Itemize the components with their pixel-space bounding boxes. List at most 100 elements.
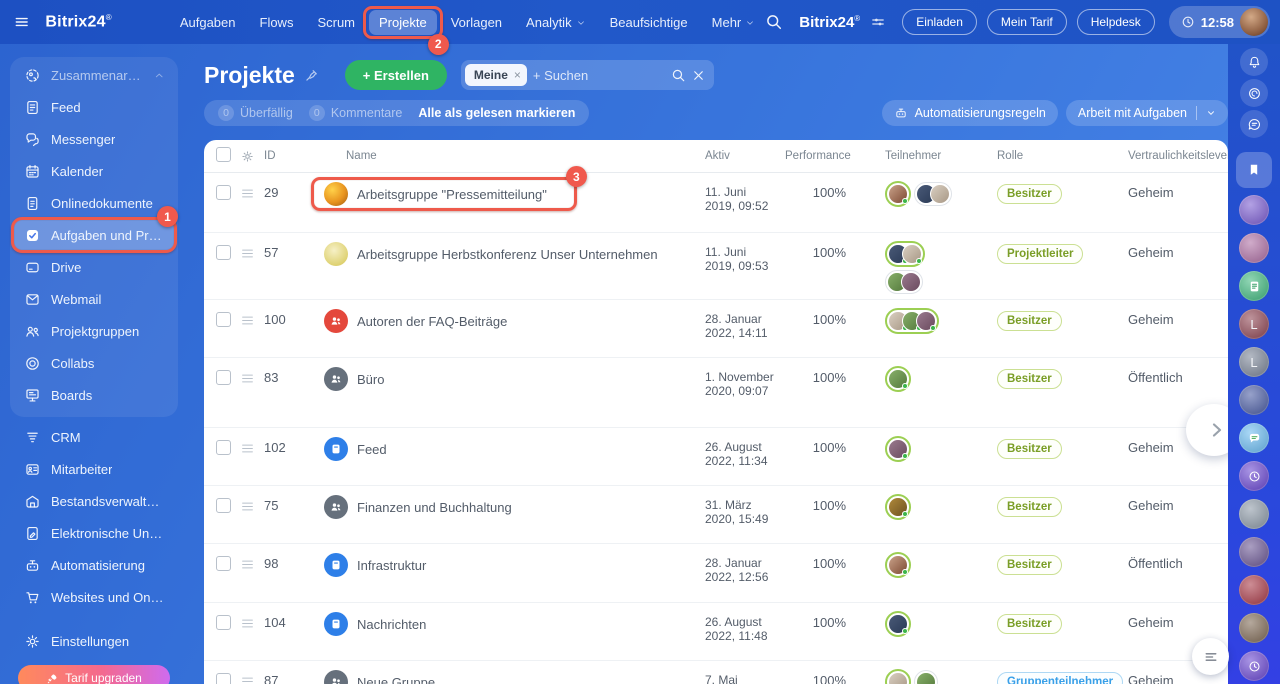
drag-handle-icon[interactable] xyxy=(240,557,255,572)
column-performance[interactable]: Performance xyxy=(785,150,860,162)
work-with-tasks-button[interactable]: Arbeit mit Aufgaben xyxy=(1065,100,1228,126)
participant-avatar[interactable] xyxy=(916,672,936,684)
row-checkbox[interactable] xyxy=(216,440,231,455)
person-avatar[interactable] xyxy=(1239,537,1269,567)
row-checkbox[interactable] xyxy=(216,556,231,571)
row-checkbox[interactable] xyxy=(216,673,231,684)
participant-avatar[interactable] xyxy=(916,311,936,331)
group-name-link[interactable]: Infrastruktur xyxy=(357,558,426,573)
automation-rules-button[interactable]: Automatisierungsregeln xyxy=(881,100,1058,126)
participants-ring[interactable] xyxy=(885,494,911,520)
sidebar-item-automatisierung[interactable]: Automatisierung xyxy=(14,549,174,581)
row-checkbox[interactable] xyxy=(216,185,231,200)
participants-ring[interactable] xyxy=(885,552,911,578)
sidebar-item-boards[interactable]: Boards xyxy=(14,379,174,411)
role-badge[interactable]: Besitzer xyxy=(997,439,1062,459)
group-avatar[interactable] xyxy=(324,612,348,636)
participants-more[interactable] xyxy=(885,270,923,294)
row-checkbox[interactable] xyxy=(216,370,231,385)
chat-avatar[interactable] xyxy=(1239,423,1269,453)
group-name-link[interactable]: Nachrichten xyxy=(357,617,426,632)
group-name-link[interactable]: Finanzen und Buchhaltung xyxy=(357,500,512,515)
participant-avatar[interactable] xyxy=(888,369,908,389)
group-name-link[interactable]: Feed xyxy=(357,442,387,457)
sidebar-item-kalender[interactable]: Kalender xyxy=(14,155,174,187)
letter-avatar[interactable]: L xyxy=(1239,309,1269,339)
participant-avatar[interactable] xyxy=(888,439,908,459)
sidebar-item-aufgaben-und-projek[interactable]: Aufgaben und Projek...1 xyxy=(11,206,178,253)
search-bar[interactable]: Meine × xyxy=(460,60,714,90)
nav-analytik[interactable]: Analytik xyxy=(516,10,596,35)
group-avatar[interactable] xyxy=(1239,613,1269,643)
cat-avatar[interactable] xyxy=(1239,499,1269,529)
sidebar-item-einstellungen[interactable]: Einstellungen xyxy=(14,625,174,657)
helpdesk-button[interactable]: Helpdesk xyxy=(1076,9,1155,35)
participant-avatar[interactable] xyxy=(901,272,921,292)
participants-ring[interactable] xyxy=(885,436,911,462)
group-name-link[interactable]: Arbeitsgruppe Herbstkonferenz Unser Unte… xyxy=(357,247,658,262)
sidebar-item-onlinedokumente[interactable]: Onlinedokumente xyxy=(14,187,174,219)
overdue-counter[interactable]: 0 Überfällig xyxy=(218,105,293,121)
group-avatar[interactable] xyxy=(324,670,348,684)
nav-aufgaben[interactable]: Aufgaben xyxy=(170,10,246,35)
copilot-icon[interactable] xyxy=(1240,79,1268,107)
column-name[interactable]: Name xyxy=(324,150,705,162)
select-all-checkbox[interactable] xyxy=(216,147,231,162)
participant-avatar[interactable] xyxy=(902,244,922,264)
role-badge[interactable]: Besitzer xyxy=(997,369,1062,389)
sidebar-item-bestandsverwaltung[interactable]: Bestandsverwaltung xyxy=(14,485,174,517)
drag-handle-icon[interactable] xyxy=(240,313,255,328)
sidebar-item-crm[interactable]: CRM xyxy=(14,421,174,453)
group-avatar[interactable] xyxy=(324,367,348,391)
group-avatar[interactable] xyxy=(324,553,348,577)
bookmark-icon[interactable] xyxy=(1236,152,1272,188)
role-badge[interactable]: Projektleiter xyxy=(997,244,1084,264)
drag-handle-icon[interactable] xyxy=(240,186,255,201)
invite-button[interactable]: Einladen xyxy=(902,9,977,35)
column-teilnehmer[interactable]: Teilnehmer xyxy=(860,150,985,162)
participant-avatar[interactable] xyxy=(930,184,950,204)
participants-more[interactable] xyxy=(914,670,938,684)
mark-all-read-button[interactable]: Alle als gelesen markieren xyxy=(418,106,575,120)
list-settings-button[interactable] xyxy=(1192,638,1229,675)
row-checkbox[interactable] xyxy=(216,245,231,260)
nav-scrum[interactable]: Scrum xyxy=(307,10,365,35)
sidebar-item-mitarbeiter[interactable]: Mitarbeiter xyxy=(14,453,174,485)
nav-vorlagen[interactable]: Vorlagen xyxy=(441,10,512,35)
user-avatar[interactable] xyxy=(1240,8,1268,36)
group-avatar[interactable] xyxy=(324,437,348,461)
role-badge[interactable]: Gruppenteilnehmer xyxy=(997,672,1124,684)
chip-remove-icon[interactable]: × xyxy=(514,68,521,82)
sidebar-item-elektronische-untersc[interactable]: Elektronische Untersc... xyxy=(14,517,174,549)
grid-settings-icon[interactable] xyxy=(240,149,255,164)
participant-avatar[interactable] xyxy=(888,184,908,204)
sliders-icon[interactable] xyxy=(870,14,886,30)
drag-handle-icon[interactable] xyxy=(240,674,255,684)
participants-ring[interactable] xyxy=(885,181,911,207)
role-badge[interactable]: Besitzer xyxy=(997,311,1062,331)
document-avatar[interactable] xyxy=(1239,271,1269,301)
flower-avatar[interactable] xyxy=(1239,575,1269,605)
sidebar-item-projektgruppen[interactable]: Projektgruppen xyxy=(14,315,174,347)
drag-handle-icon[interactable] xyxy=(240,441,255,456)
participants-ring[interactable] xyxy=(885,611,911,637)
group-name-link[interactable]: Autoren der FAQ-Beiträge xyxy=(357,314,507,329)
column-vertraulichkeitslevel[interactable]: Vertraulichkeitslevel xyxy=(1120,150,1228,162)
girl-avatar[interactable] xyxy=(1239,233,1269,263)
search-icon[interactable] xyxy=(671,68,686,83)
group-avatar[interactable] xyxy=(324,182,348,206)
participants-ring[interactable] xyxy=(885,366,911,392)
my-plan-button[interactable]: Mein Tarif xyxy=(986,9,1067,35)
participants-more[interactable] xyxy=(914,182,952,206)
clear-search-icon[interactable] xyxy=(691,68,706,83)
group-name-link[interactable]: Büro xyxy=(357,372,384,387)
bell-icon[interactable] xyxy=(1240,48,1268,76)
participants-ring[interactable] xyxy=(885,241,925,267)
role-badge[interactable]: Besitzer xyxy=(997,555,1062,575)
sidebar-item-drive[interactable]: Drive xyxy=(14,251,174,283)
letter-avatar[interactable]: L xyxy=(1239,347,1269,377)
group-avatar[interactable] xyxy=(324,495,348,519)
role-badge[interactable]: Besitzer xyxy=(997,184,1062,204)
column-rolle[interactable]: Rolle xyxy=(985,150,1120,162)
row-checkbox[interactable] xyxy=(216,312,231,327)
